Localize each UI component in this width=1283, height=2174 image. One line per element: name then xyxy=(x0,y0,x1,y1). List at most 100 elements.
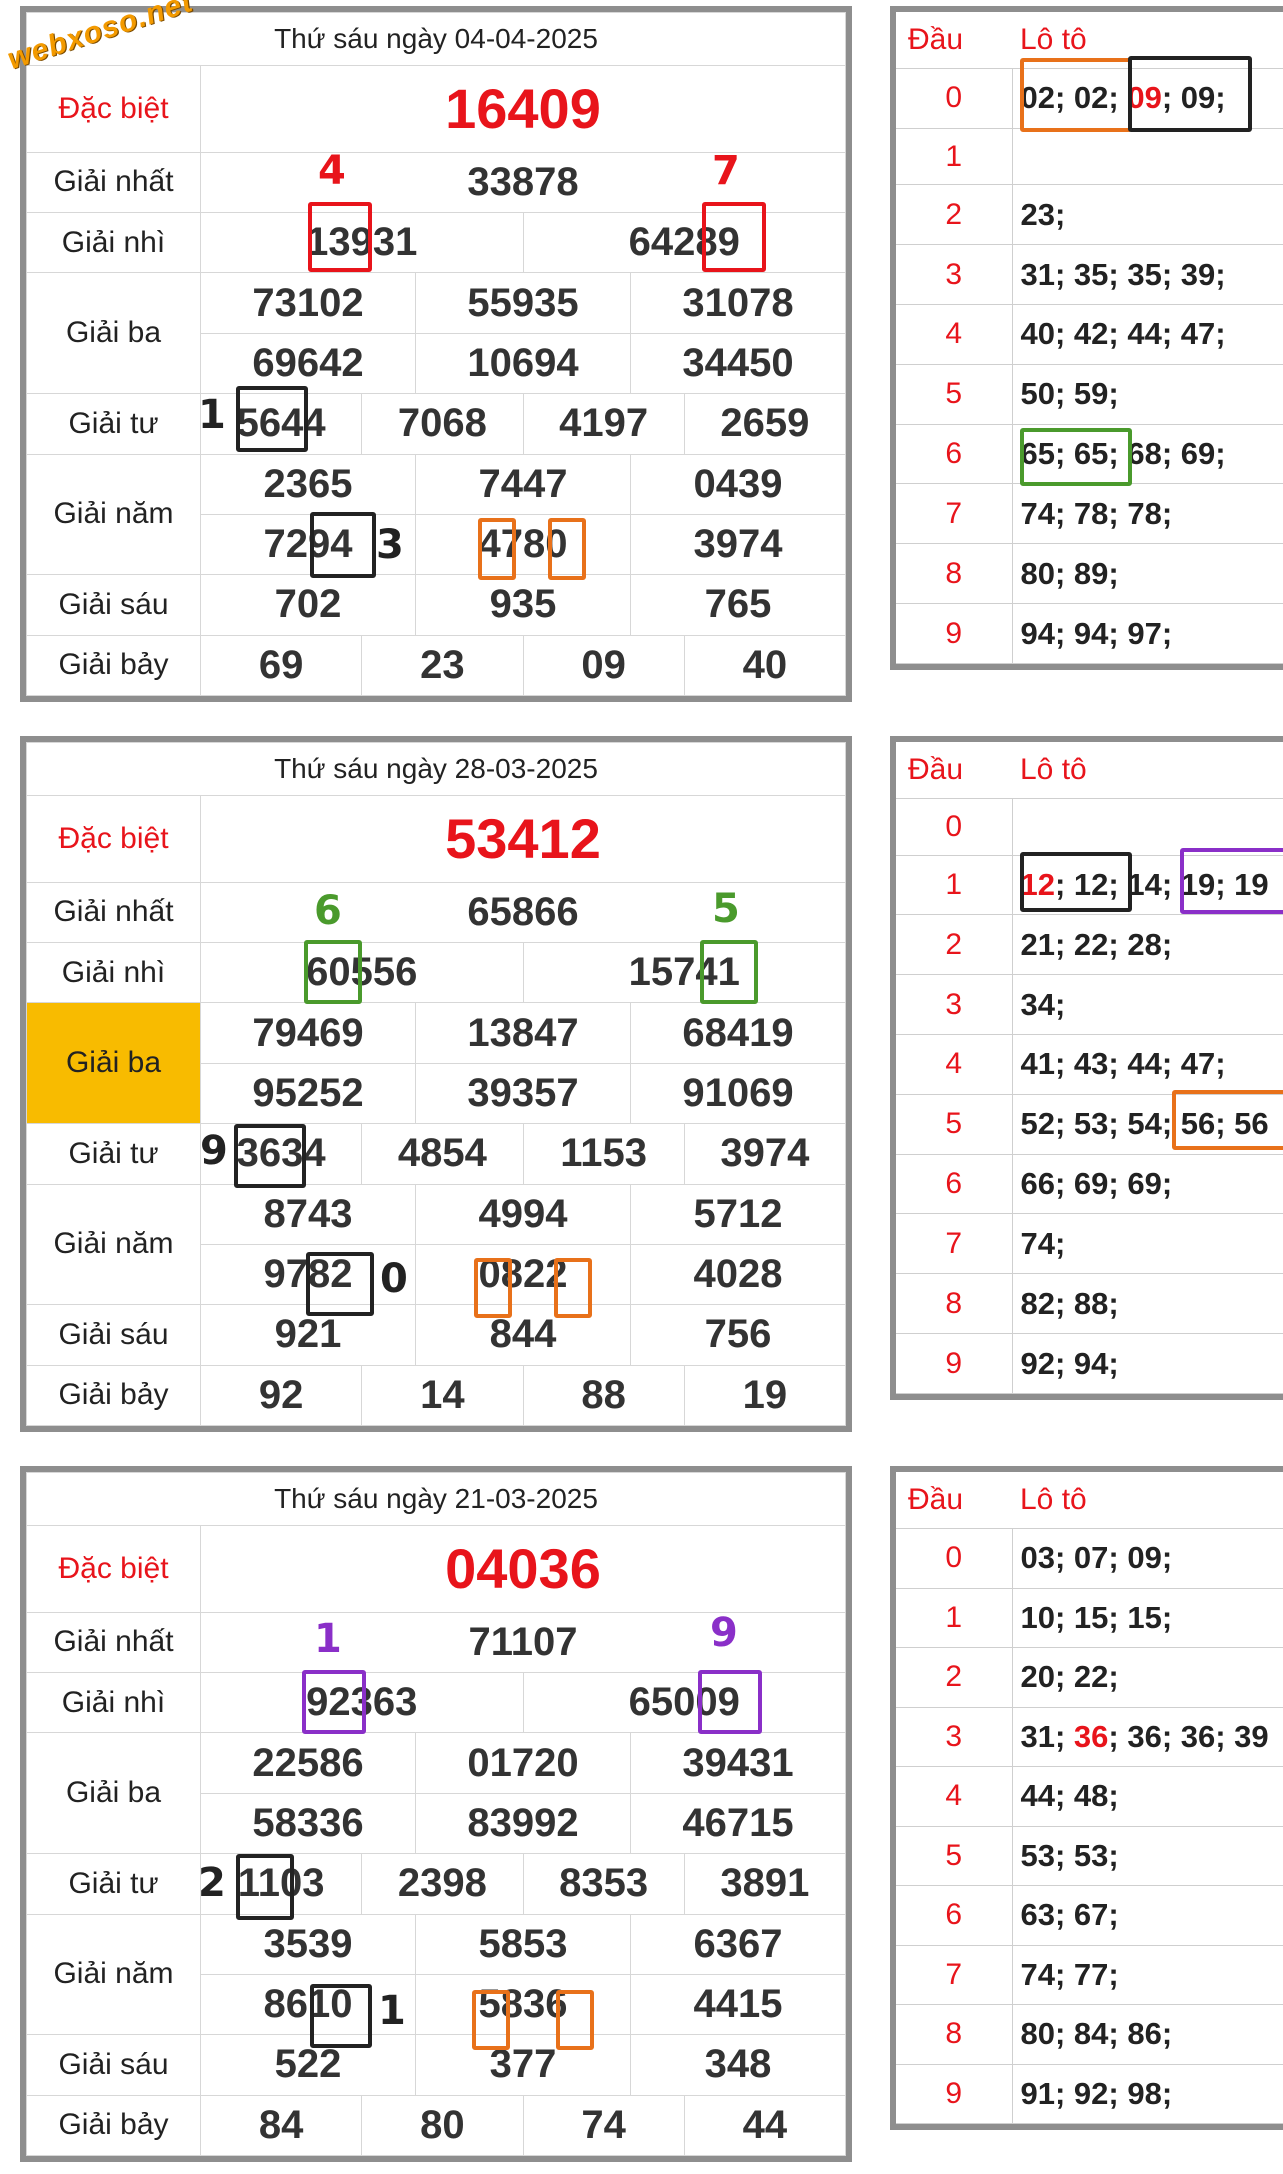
fourth-prize-number: 1153 xyxy=(522,1123,685,1185)
loto-head-digit: 7 xyxy=(896,1213,1013,1275)
special-prize-number: 53412 xyxy=(200,795,846,883)
seventh-prize-number: 09 xyxy=(522,634,685,697)
fifth-prize-number: 8743 xyxy=(200,1183,416,1245)
loto-values-pre: 94; 94; 97; xyxy=(1020,615,1173,651)
loto-head-digit: 5 xyxy=(896,364,1013,425)
second-prize-number: 13931 xyxy=(200,211,524,274)
sixth-prize-number: 844 xyxy=(415,1304,631,1366)
loto-values-post: ; 09; xyxy=(1161,80,1226,116)
prize-label-sau: Giải sáu xyxy=(26,1304,201,1366)
loto-values-pre: 53; 53; xyxy=(1020,1837,1119,1873)
loto-head-digit: 6 xyxy=(896,424,1013,485)
fifth-prize-number: 2365 xyxy=(200,453,416,515)
fourth-prize-number: 2398 xyxy=(361,1853,524,1915)
sixth-prize-number: 765 xyxy=(630,574,846,636)
loto-header-loto: Lô tô xyxy=(1012,12,1283,69)
third-prize-number: 95252 xyxy=(200,1062,416,1125)
fourth-prize-number: 3891 xyxy=(683,1853,847,1915)
loto-values: 44; 48; xyxy=(1012,1766,1283,1827)
first-prize-number: 33878 xyxy=(200,151,846,214)
loto-values-pre: 80; 89; xyxy=(1020,555,1119,591)
fifth-prize-number: 0439 xyxy=(630,453,846,515)
fourth-prize-number: 7068 xyxy=(361,393,524,455)
sixth-prize-number: 522 xyxy=(200,2034,416,2096)
loto-values: 31; 35; 35; 39; xyxy=(1012,244,1283,306)
loto-head-digit: 3 xyxy=(896,244,1013,306)
third-prize-number: 91069 xyxy=(630,1062,846,1125)
loto-row: 8 82; 88; xyxy=(896,1273,1283,1335)
special-prize-number: 16409 xyxy=(200,65,846,153)
loto-values-hot: 09 xyxy=(1127,80,1162,116)
loto-values-pre: 20; 22; xyxy=(1020,1659,1119,1695)
draw-block-1: Thứ sáu ngày 04-04-2025 Đặc biệt 16409 Giải… xyxy=(0,0,1283,712)
fifth-prize-number: 3539 xyxy=(200,1913,416,1975)
loto-values-pre: 31; xyxy=(1020,1718,1074,1754)
loto-values: 20; 22; xyxy=(1012,1647,1283,1708)
loto-row: 2 23; xyxy=(896,184,1283,246)
loto-head-digit: 4 xyxy=(896,1766,1013,1827)
loto-row: 8 80; 89; xyxy=(896,543,1283,605)
loto-values-pre: 91; 92; 98; xyxy=(1020,2075,1173,2111)
loto-row: 1 12; 12; 14; 19; 19 xyxy=(896,855,1283,916)
loto-row: 7 74; 78; 78; xyxy=(896,483,1283,545)
loto-table: Đầu Lô tô 0 1 12; 12; 14; 19; 19 2 21; 22; 28;… xyxy=(890,736,1283,1400)
loto-row: 0 xyxy=(896,798,1283,856)
third-prize-number: 83992 xyxy=(415,1792,631,1855)
third-prize-number: 68419 xyxy=(630,1002,846,1064)
seventh-prize-number: 80 xyxy=(361,2094,524,2157)
loto-values-hot: 12 xyxy=(1020,866,1055,902)
loto-head-digit: 2 xyxy=(896,1647,1013,1708)
loto-values xyxy=(1012,128,1283,186)
prize-label-bay: Giải bảy xyxy=(26,634,201,697)
seventh-prize-number: 40 xyxy=(683,634,847,697)
prize-label-dac_biet: Đặc biệt xyxy=(26,795,201,883)
loto-values-pre: 23; xyxy=(1020,196,1066,232)
sixth-prize-number: 348 xyxy=(630,2034,846,2096)
loto-values: 91; 92; 98; xyxy=(1012,2064,1283,2124)
loto-values-pre: 52; 53; 54; 56; 56 xyxy=(1020,1106,1269,1142)
handwritten-note: 9 xyxy=(200,1128,228,1174)
prize-label-tu: Giải tư xyxy=(26,1123,201,1185)
fourth-prize-number: 8353 xyxy=(522,1853,685,1915)
loto-head-digit: 8 xyxy=(896,1273,1013,1335)
loto-values-pre: 34; xyxy=(1020,986,1066,1022)
loto-head-digit: 3 xyxy=(896,974,1013,1036)
handwritten-note: 9 xyxy=(710,1610,738,1656)
sixth-prize-number: 702 xyxy=(200,574,416,636)
loto-values: 94; 94; 97; xyxy=(1012,603,1283,664)
loto-values-pre: 10; 15; 15; xyxy=(1020,1599,1173,1635)
results-table: Thứ sáu ngày 28-03-2025 Đặc biệt 53412 Giải… xyxy=(20,736,852,1432)
loto-row: 2 21; 22; 28; xyxy=(896,914,1283,976)
loto-values: 02; 02; 09; 09; xyxy=(1012,68,1283,129)
prize-label-nhi: Giải nhì xyxy=(26,1671,201,1734)
loto-row: 3 31; 35; 35; 39; xyxy=(896,244,1283,306)
loto-head-digit: 0 xyxy=(896,68,1013,129)
loto-row: 6 63; 67; xyxy=(896,1885,1283,1946)
loto-values: 74; 77; xyxy=(1012,1945,1283,2005)
loto-row: 7 74; xyxy=(896,1213,1283,1275)
fifth-prize-number: 4780 xyxy=(415,513,631,576)
loto-row: 4 41; 43; 44; 47; xyxy=(896,1034,1283,1095)
handwritten-note: 4 xyxy=(318,148,346,194)
loto-row: 7 74; 77; xyxy=(896,1945,1283,2005)
draw-block-2: Thứ sáu ngày 28-03-2025 Đặc biệt 53412 Giải… xyxy=(0,730,1283,1442)
sixth-prize-number: 377 xyxy=(415,2034,631,2096)
draw-block-3: Thứ sáu ngày 21-03-2025 Đặc biệt 04036 Giải… xyxy=(0,1460,1283,2172)
third-prize-number: 79469 xyxy=(200,1002,416,1064)
loto-values-pre: 63; 67; xyxy=(1020,1897,1119,1933)
loto-head-digit: 6 xyxy=(896,1154,1013,1215)
fifth-prize-number: 5836 xyxy=(415,1973,631,2036)
loto-values: 21; 22; 28; xyxy=(1012,914,1283,976)
third-prize-number: 01720 xyxy=(415,1732,631,1794)
loto-head-digit: 4 xyxy=(896,1034,1013,1095)
fifth-prize-number: 5853 xyxy=(415,1913,631,1975)
loto-header-dau: Đầu xyxy=(896,12,1012,69)
second-prize-number: 65009 xyxy=(522,1671,846,1734)
draw-date-title: Thứ sáu ngày 28-03-2025 xyxy=(26,742,846,796)
loto-head-digit: 2 xyxy=(896,914,1013,976)
sixth-prize-number: 935 xyxy=(415,574,631,636)
third-prize-number: 46715 xyxy=(630,1792,846,1855)
loto-values: 80; 89; xyxy=(1012,543,1283,605)
loto-row: 1 10; 15; 15; xyxy=(896,1588,1283,1648)
second-prize-number: 60556 xyxy=(200,941,524,1004)
